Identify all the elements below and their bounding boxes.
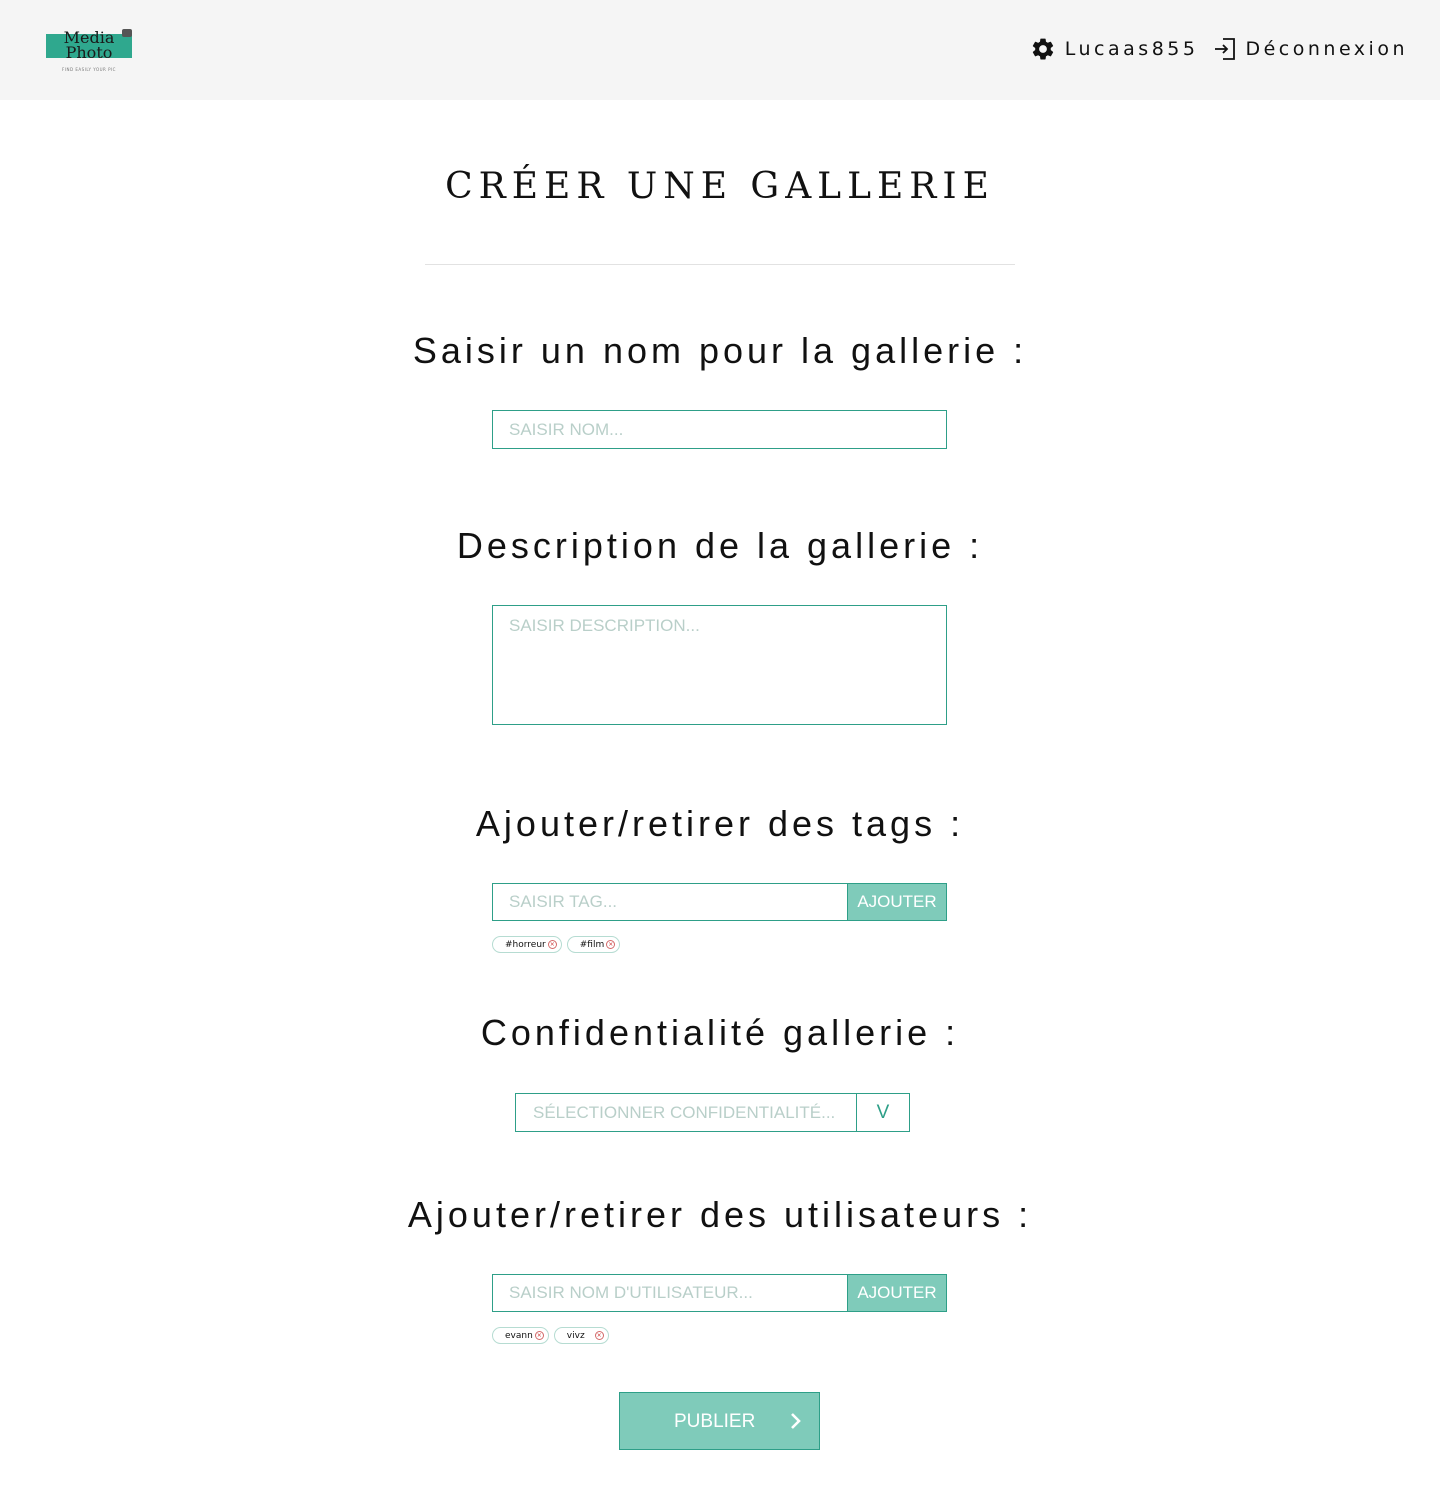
publish-button[interactable]: PUBLIER <box>619 1392 820 1450</box>
title-divider <box>425 264 1015 265</box>
user-chip-label: vivz <box>566 1330 585 1341</box>
dropdown-arrow-icon[interactable]: V <box>856 1094 909 1131</box>
remove-user-icon[interactable]: × <box>534 1331 544 1340</box>
page-title: Créer une gallerie <box>445 166 995 207</box>
users-label: Ajouter/retirer des utilisateurs : <box>407 1194 1033 1235</box>
chevron-right-icon <box>791 1413 801 1429</box>
gear-icon <box>1032 38 1053 60</box>
media-photo-logo[interactable]: Media Photo FIND EASILY YOUR PIC <box>46 28 136 78</box>
logout-label: Déconnexion <box>1245 38 1408 60</box>
tag-input[interactable] <box>492 883 848 921</box>
tag-chip-label: #film <box>579 939 605 950</box>
privacy-select[interactable]: SÉLECTIONNER CONFIDENTIALITÉ... V <box>515 1093 910 1132</box>
gallery-name-input[interactable] <box>492 410 947 449</box>
privacy-label: Confidentialité gallerie : <box>480 1012 960 1053</box>
logo-text: Media Photo <box>46 30 132 62</box>
user-list: evann × vivz × <box>492 1327 614 1344</box>
user-chip: evann × <box>492 1327 549 1344</box>
tag-chip: #horreur × <box>492 936 562 953</box>
privacy-select-value: SÉLECTIONNER CONFIDENTIALITÉ... <box>533 1102 836 1122</box>
add-tag-button[interactable]: AJOUTER <box>847 883 947 921</box>
tag-list: #horreur × #film × <box>492 936 625 953</box>
remove-user-icon[interactable]: × <box>594 1331 604 1340</box>
remove-tag-icon[interactable]: × <box>547 940 557 949</box>
top-header: Media Photo FIND EASILY YOUR PIC Lucaas8… <box>0 0 1440 100</box>
add-user-button[interactable]: AJOUTER <box>847 1274 947 1312</box>
logout-link[interactable]: Déconnexion <box>1214 37 1408 61</box>
gallery-name-label: Saisir un nom pour la gallerie : <box>412 330 1028 371</box>
gallery-description-textarea[interactable] <box>492 605 947 725</box>
user-nav: Lucaas855 Déconnexion <box>1030 36 1408 62</box>
user-settings-link[interactable]: Lucaas855 <box>1030 36 1199 62</box>
logo-tagline: FIND EASILY YOUR PIC <box>62 67 116 72</box>
user-chip-label: evann <box>505 1330 533 1341</box>
logout-icon <box>1215 38 1236 60</box>
username-input[interactable] <box>492 1274 848 1312</box>
logo-line-2: Photo <box>65 43 113 62</box>
publish-label: PUBLIER <box>674 1411 756 1432</box>
username-label: Lucaas855 <box>1064 38 1199 60</box>
tag-chip-label: #horreur <box>505 939 546 950</box>
tags-label: Ajouter/retirer des tags : <box>475 803 965 844</box>
tag-chip: #film × <box>566 936 621 953</box>
user-chip: vivz × <box>553 1327 609 1344</box>
remove-tag-icon[interactable]: × <box>606 940 616 949</box>
gallery-description-label: Description de la gallerie : <box>456 525 984 566</box>
